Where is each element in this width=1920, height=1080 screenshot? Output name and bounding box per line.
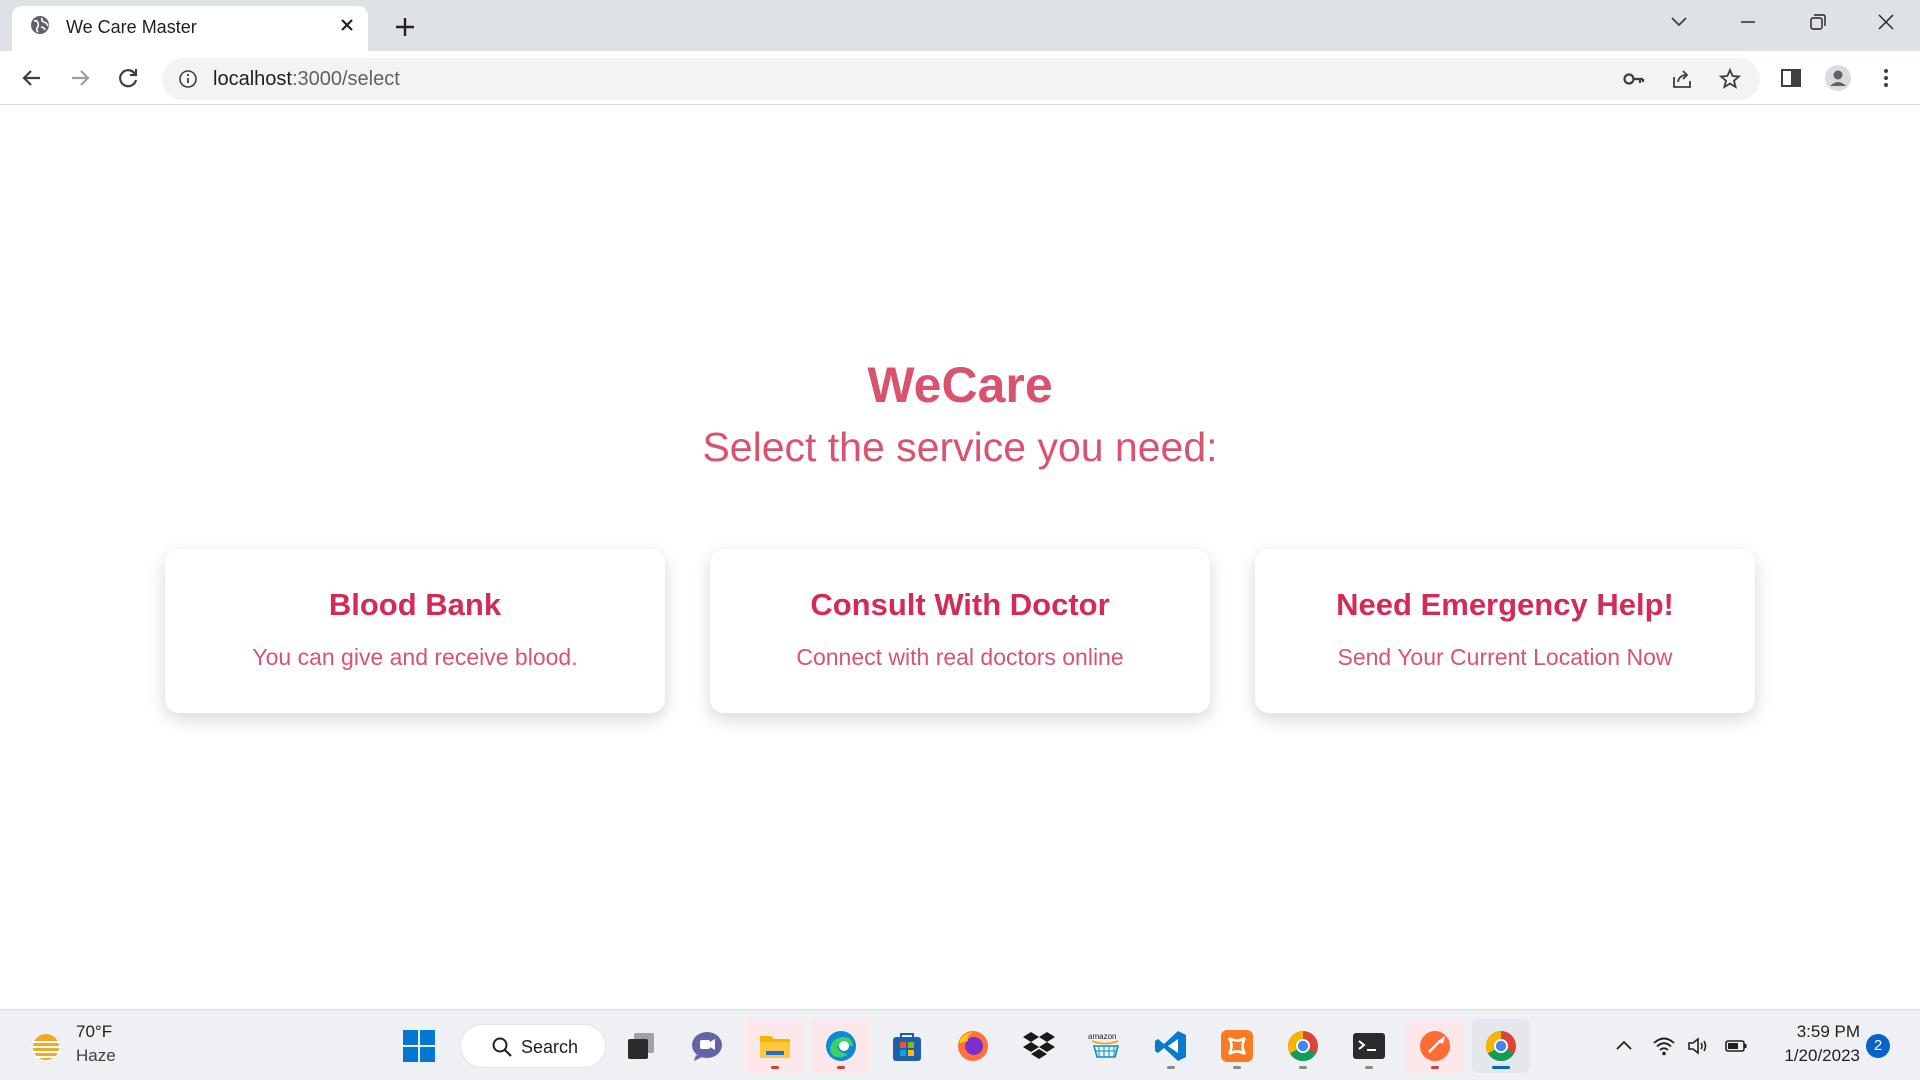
site-info-icon[interactable] <box>178 69 198 89</box>
tab-title: We Care Master <box>66 17 197 37</box>
start-button[interactable] <box>390 1019 448 1073</box>
url-text: localhost:3000/select <box>213 68 400 91</box>
chrome-button[interactable] <box>1274 1019 1332 1073</box>
clock-time[interactable]: 3:59 PM <box>1772 1022 1860 1042</box>
running-indicator <box>1233 1066 1241 1069</box>
postman-button[interactable] <box>1406 1019 1464 1073</box>
dropbox-icon <box>1023 1032 1055 1059</box>
teams-chat-button[interactable] <box>678 1019 736 1073</box>
amazon-button[interactable]: amazon <box>1076 1019 1134 1073</box>
card-title: Consult With Doctor <box>810 587 1110 622</box>
running-indicator <box>1365 1066 1373 1069</box>
store-bag-icon <box>893 1033 921 1061</box>
folder-icon <box>760 1036 790 1058</box>
amazon-cart-icon: amazon <box>1088 1032 1120 1058</box>
active-window-indicator <box>1492 1066 1510 1069</box>
running-indicator <box>1299 1066 1307 1069</box>
dropbox-button[interactable] <box>1010 1019 1068 1073</box>
volume-icon[interactable] <box>1686 1034 1710 1058</box>
postman-icon <box>1420 1031 1450 1061</box>
globe-icon <box>31 16 49 34</box>
chrome-active-button[interactable] <box>1472 1019 1530 1073</box>
browser-toolbar: localhost:3000/select <box>0 51 1920 105</box>
search-label: Search <box>521 1037 579 1057</box>
emergency-help-card[interactable]: Need Emergency Help! Send Your Current L… <box>1255 549 1755 713</box>
running-indicator <box>1431 1066 1439 1069</box>
running-indicator <box>837 1066 845 1069</box>
xampp-icon <box>1221 1030 1253 1062</box>
close-window-icon[interactable] <box>1871 10 1901 34</box>
vscode-button[interactable] <box>1142 1019 1200 1073</box>
windows-logo-icon <box>403 1030 435 1062</box>
close-tab-icon[interactable] <box>336 14 358 36</box>
show-hidden-icons-chevron-icon[interactable] <box>1612 1034 1636 1058</box>
clock-date[interactable]: 1/20/2023 <box>1766 1046 1860 1066</box>
consult-doctor-card[interactable]: Consult With Doctor Connect with real do… <box>710 549 1210 713</box>
file-explorer-button[interactable] <box>746 1019 804 1073</box>
task-view-button[interactable] <box>612 1019 670 1073</box>
forward-arrow-icon[interactable] <box>66 64 94 92</box>
card-description: You can give and receive blood. <box>252 644 578 670</box>
task-view-icon <box>628 1033 654 1059</box>
new-tab-icon[interactable] <box>390 12 420 42</box>
microsoft-store-button[interactable] <box>878 1019 936 1073</box>
minimize-icon[interactable] <box>1733 10 1763 34</box>
reload-icon[interactable] <box>114 64 142 92</box>
vscode-icon <box>1155 1031 1186 1061</box>
tab-search-chevron-icon[interactable] <box>1664 10 1694 34</box>
weather-haze-icon[interactable] <box>28 1030 64 1064</box>
firefox-button[interactable] <box>944 1019 1002 1073</box>
firefox-icon <box>958 1031 988 1061</box>
brand-title: WeCare <box>867 357 1053 413</box>
card-description: Connect with real doctors online <box>796 644 1124 670</box>
weather-temperature: 70°F <box>76 1022 113 1041</box>
chrome-icon <box>1287 1031 1318 1062</box>
address-bar[interactable]: localhost:3000/select <box>162 58 1760 100</box>
card-title: Need Emergency Help! <box>1336 587 1674 622</box>
taskbar-search[interactable]: Search <box>460 1024 606 1068</box>
restore-icon[interactable] <box>1802 10 1832 34</box>
card-description: Send Your Current Location Now <box>1337 644 1673 670</box>
terminal-button[interactable] <box>1340 1019 1398 1073</box>
edge-icon <box>826 1031 856 1061</box>
wifi-icon[interactable] <box>1652 1034 1676 1058</box>
url-path: :3000/select <box>291 68 400 90</box>
page-content: WeCare Select the service you need: Bloo… <box>0 106 1920 1009</box>
battery-icon[interactable] <box>1724 1034 1748 1058</box>
terminal-icon <box>1353 1033 1385 1059</box>
browser-tab[interactable]: We Care Master <box>12 6 368 51</box>
blood-bank-card[interactable]: Blood Bank You can give and receive bloo… <box>165 549 665 713</box>
windows-taskbar: 70°F Haze Search amazon 3:59 PM 1/20/202… <box>0 1009 1920 1080</box>
edge-browser-button[interactable] <box>812 1019 870 1073</box>
notification-badge[interactable]: 2 <box>1866 1034 1890 1058</box>
svg-text:amazon: amazon <box>1088 1032 1116 1041</box>
profile-avatar-icon[interactable] <box>1823 63 1853 93</box>
teams-chat-icon <box>692 1032 722 1061</box>
chrome-icon <box>1485 1031 1516 1062</box>
browser-tab-bar: We Care Master <box>0 0 1920 51</box>
url-host: localhost <box>213 68 292 90</box>
password-key-icon[interactable] <box>1622 67 1646 91</box>
more-menu-icon[interactable] <box>1871 63 1901 93</box>
running-indicator <box>1167 1066 1175 1069</box>
share-icon[interactable] <box>1670 67 1694 91</box>
search-icon <box>492 1037 512 1057</box>
card-title: Blood Bank <box>328 587 502 622</box>
bookmark-star-icon[interactable] <box>1718 67 1742 91</box>
side-panel-icon[interactable] <box>1776 63 1806 93</box>
back-arrow-icon[interactable] <box>18 64 46 92</box>
page-subtitle: Select the service you need: <box>702 424 1218 470</box>
xampp-button[interactable] <box>1208 1019 1266 1073</box>
weather-condition: Haze <box>76 1046 116 1065</box>
running-indicator <box>771 1066 779 1069</box>
